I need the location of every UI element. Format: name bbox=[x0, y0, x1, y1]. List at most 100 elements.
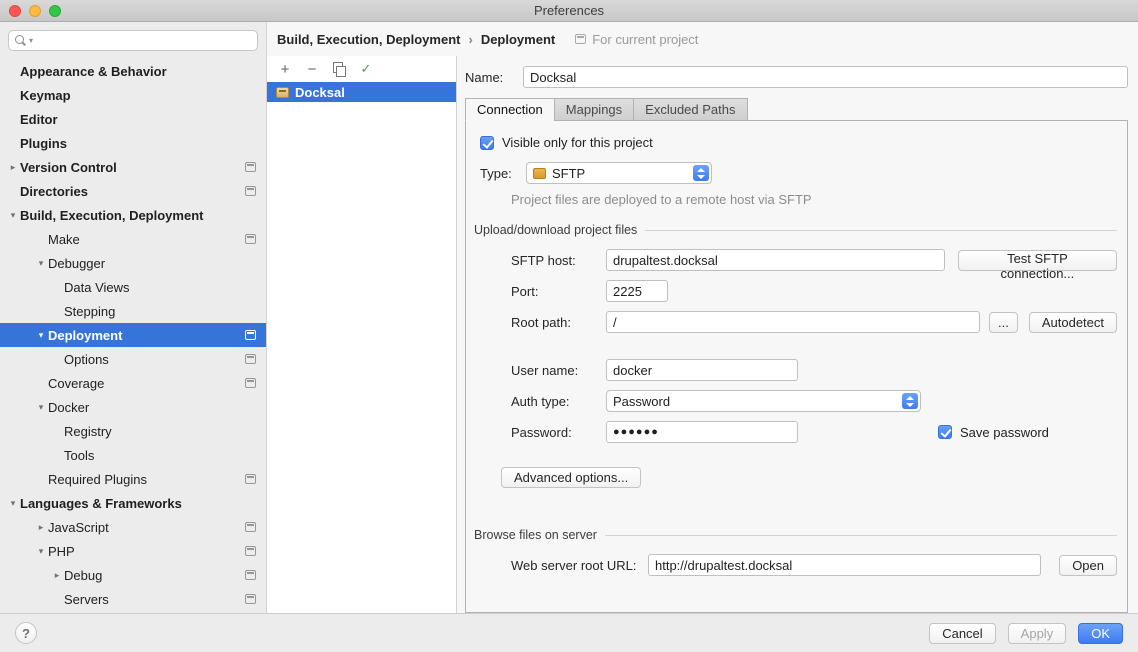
save-password-checkbox-row[interactable]: Save password bbox=[938, 425, 1049, 440]
traffic-lights bbox=[9, 5, 61, 17]
sidebar-item-stepping[interactable]: Stepping bbox=[0, 299, 266, 323]
tab-mappings[interactable]: Mappings bbox=[554, 98, 634, 121]
chevron-right-icon[interactable]: ▸ bbox=[50, 570, 64, 581]
zoom-button[interactable] bbox=[49, 5, 61, 17]
sidebar-item-label: Tools bbox=[64, 448, 94, 463]
breadcrumb: Build, Execution, Deployment › Deploymen… bbox=[267, 22, 1138, 56]
sidebar-item-registry[interactable]: Registry bbox=[0, 419, 266, 443]
close-button[interactable] bbox=[9, 5, 21, 17]
cancel-button[interactable]: Cancel bbox=[929, 623, 995, 644]
sidebar-item-editor[interactable]: Editor bbox=[0, 107, 266, 131]
remove-icon[interactable] bbox=[303, 60, 321, 78]
sidebar-item-label: Stepping bbox=[64, 304, 115, 319]
use-as-default-icon[interactable] bbox=[357, 60, 375, 78]
sidebar-item-php[interactable]: ▾PHP bbox=[0, 539, 266, 563]
port-input[interactable] bbox=[606, 280, 668, 302]
chevron-down-icon[interactable]: ▾ bbox=[34, 258, 48, 269]
visible-only-checkbox-row[interactable]: Visible only for this project bbox=[480, 135, 1117, 150]
ok-button[interactable]: OK bbox=[1078, 623, 1123, 644]
type-select[interactable]: SFTP bbox=[526, 162, 712, 184]
test-sftp-connection-button[interactable]: Test SFTP connection... bbox=[958, 250, 1117, 271]
sidebar-item-label: Make bbox=[48, 232, 80, 247]
tab-connection[interactable]: Connection bbox=[465, 98, 555, 121]
password-row: Password: Save password bbox=[511, 421, 1117, 443]
chevron-down-icon[interactable]: ▾ bbox=[34, 546, 48, 557]
sidebar-item-docker[interactable]: ▾Docker bbox=[0, 395, 266, 419]
sidebar-item-keymap[interactable]: Keymap bbox=[0, 83, 266, 107]
name-input[interactable] bbox=[523, 66, 1128, 88]
chevron-right-icon[interactable]: ▸ bbox=[6, 162, 20, 173]
chevron-right-icon[interactable]: ▸ bbox=[34, 522, 48, 533]
sidebar-item-debug[interactable]: ▸Debug bbox=[0, 563, 266, 587]
sidebar-item-build-execution-deployment[interactable]: ▾Build, Execution, Deployment bbox=[0, 203, 266, 227]
chevron-down-icon[interactable]: ▾ bbox=[6, 498, 20, 509]
breadcrumb-separator-icon: › bbox=[468, 32, 472, 47]
autodetect-button[interactable]: Autodetect bbox=[1029, 312, 1117, 333]
sidebar-item-label: Languages & Frameworks bbox=[20, 496, 182, 511]
web-root-input[interactable] bbox=[648, 554, 1041, 576]
type-selected-value: SFTP bbox=[552, 166, 585, 181]
tab-excluded-paths[interactable]: Excluded Paths bbox=[633, 98, 747, 121]
breadcrumb-item-build-execution-deployment[interactable]: Build, Execution, Deployment bbox=[277, 32, 460, 47]
sidebar-item-debugger[interactable]: ▾Debugger bbox=[0, 251, 266, 275]
search-field[interactable]: ▾ bbox=[8, 30, 258, 51]
sidebar-item-directories[interactable]: Directories bbox=[0, 179, 266, 203]
sftp-host-input[interactable] bbox=[606, 249, 945, 271]
deployment-server-icon bbox=[276, 87, 289, 98]
server-list-item-docksal[interactable]: Docksal bbox=[267, 82, 456, 102]
checkbox-checked-icon[interactable] bbox=[480, 136, 494, 150]
sidebar-item-label: PHP bbox=[48, 544, 75, 559]
open-button[interactable]: Open bbox=[1059, 555, 1117, 576]
sidebar-item-version-control[interactable]: ▸Version Control bbox=[0, 155, 266, 179]
sidebar-item-appearance-behavior[interactable]: Appearance & Behavior bbox=[0, 59, 266, 83]
help-button[interactable]: ? bbox=[15, 622, 37, 644]
password-input[interactable] bbox=[606, 421, 798, 443]
upload-section-header: Upload/download project files bbox=[474, 223, 1117, 237]
search-input[interactable] bbox=[36, 34, 251, 48]
sidebar-item-required-plugins[interactable]: Required Plugins bbox=[0, 467, 266, 491]
project-settings-icon bbox=[245, 474, 256, 484]
project-settings-icon bbox=[245, 546, 256, 556]
user-name-input[interactable] bbox=[606, 359, 798, 381]
copy-icon[interactable] bbox=[330, 60, 348, 78]
type-help-text: Project files are deployed to a remote h… bbox=[511, 192, 1117, 207]
sidebar-item-deployment[interactable]: ▾Deployment bbox=[0, 323, 266, 347]
project-settings-icon bbox=[245, 354, 256, 364]
checkbox-checked-icon[interactable] bbox=[938, 425, 952, 439]
auth-type-select[interactable]: Password bbox=[606, 390, 921, 412]
advanced-options-button[interactable]: Advanced options... bbox=[501, 467, 641, 488]
sidebar-item-data-views[interactable]: Data Views bbox=[0, 275, 266, 299]
sidebar-item-label: Servers bbox=[64, 592, 109, 607]
sidebar-item-make[interactable]: Make bbox=[0, 227, 266, 251]
sidebar-item-label: JavaScript bbox=[48, 520, 109, 535]
chevron-down-icon[interactable]: ▾ bbox=[34, 330, 48, 341]
sidebar-item-languages-frameworks[interactable]: ▾Languages & Frameworks bbox=[0, 491, 266, 515]
sidebar-item-plugins[interactable]: Plugins bbox=[0, 131, 266, 155]
project-settings-icon bbox=[245, 234, 256, 244]
minimize-button[interactable] bbox=[29, 5, 41, 17]
search-options-chevron-icon[interactable]: ▾ bbox=[29, 36, 33, 45]
server-list-panel: Docksal bbox=[267, 56, 457, 613]
apply-button[interactable]: Apply bbox=[1008, 623, 1067, 644]
browse-root-path-button[interactable]: ... bbox=[989, 312, 1018, 333]
chevron-down-icon[interactable]: ▾ bbox=[34, 402, 48, 413]
sidebar-item-tools[interactable]: Tools bbox=[0, 443, 266, 467]
auth-type-label: Auth type: bbox=[511, 394, 606, 409]
sidebar-item-javascript[interactable]: ▸JavaScript bbox=[0, 515, 266, 539]
add-icon[interactable] bbox=[276, 60, 294, 78]
sidebar-item-label: Version Control bbox=[20, 160, 117, 175]
footer-buttons: Cancel Apply OK bbox=[929, 623, 1123, 644]
sidebar-item-label: Coverage bbox=[48, 376, 104, 391]
help-icon: ? bbox=[22, 626, 30, 641]
sidebar-item-servers[interactable]: Servers bbox=[0, 587, 266, 611]
browse-section-label: Browse files on server bbox=[474, 528, 597, 542]
breadcrumb-item-deployment[interactable]: Deployment bbox=[481, 32, 555, 47]
section-divider bbox=[605, 535, 1117, 536]
chevron-down-icon[interactable]: ▾ bbox=[6, 210, 20, 221]
sidebar-item-options[interactable]: Options bbox=[0, 347, 266, 371]
sidebar-item-coverage[interactable]: Coverage bbox=[0, 371, 266, 395]
settings-sidebar: ▾ Appearance & BehaviorKeymapEditorPlugi… bbox=[0, 22, 267, 613]
root-path-input[interactable] bbox=[606, 311, 980, 333]
port-label: Port: bbox=[511, 284, 606, 299]
server-list: Docksal bbox=[267, 82, 456, 613]
